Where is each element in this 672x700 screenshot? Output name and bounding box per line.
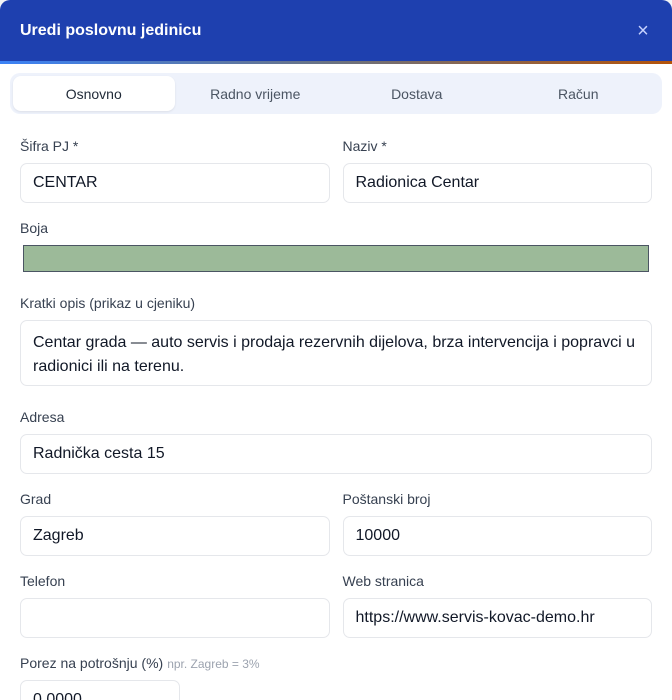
name-input[interactable]: Radionica Centar bbox=[342, 163, 652, 203]
dialog-title: Uredi poslovnu jedinicu bbox=[20, 21, 202, 39]
website-label: Web stranica bbox=[342, 573, 424, 589]
address-input[interactable]: Radnička cesta 15 bbox=[20, 434, 652, 474]
tab-bar: Osnovno Radno vrijeme Dostava Račun bbox=[10, 73, 662, 114]
short-desc-textarea[interactable]: Centar grada — auto servis i prodaja rez… bbox=[20, 320, 652, 386]
tab-dostava[interactable]: Dostava bbox=[336, 76, 498, 111]
tab-osnovno[interactable]: Osnovno bbox=[13, 76, 175, 111]
tab-radno-vrijeme[interactable]: Radno vrijeme bbox=[175, 76, 337, 111]
dialog-header: Uredi poslovnu jedinicu × bbox=[0, 0, 672, 61]
code-label: Šifra PJ * bbox=[20, 138, 79, 154]
city-label: Grad bbox=[20, 491, 52, 507]
close-icon[interactable]: × bbox=[634, 21, 652, 41]
tax-input[interactable]: 0.0000 bbox=[20, 680, 180, 700]
tax-hint: npr. Zagreb = 3% bbox=[167, 657, 260, 671]
tax-label: Porez na potrošnju (%) npr. Zagreb = 3% bbox=[20, 655, 652, 671]
color-label: Boja bbox=[20, 220, 49, 236]
postal-label: Poštanski broj bbox=[342, 491, 431, 507]
name-label: Naziv * bbox=[342, 138, 387, 154]
code-input[interactable]: CENTAR bbox=[20, 163, 330, 203]
color-picker[interactable] bbox=[23, 245, 649, 272]
postal-input[interactable]: 10000 bbox=[342, 516, 652, 556]
edit-business-unit-dialog: Uredi poslovnu jedinicu × Osnovno Radno … bbox=[0, 0, 672, 700]
tax-label-text: Porez na potrošnju (%) bbox=[20, 655, 164, 671]
short-desc-label: Kratki opis (prikaz u cjeniku) bbox=[20, 295, 196, 311]
phone-label: Telefon bbox=[20, 573, 66, 589]
city-input[interactable]: Zagreb bbox=[20, 516, 330, 556]
unit-form: Šifra PJ * CENTAR Naziv * Radionica Cent… bbox=[0, 138, 672, 700]
address-label: Adresa bbox=[20, 409, 65, 425]
phone-input[interactable] bbox=[20, 598, 330, 638]
website-input[interactable]: https://www.servis-kovac-demo.hr bbox=[342, 598, 652, 638]
tab-racun[interactable]: Račun bbox=[498, 76, 660, 111]
